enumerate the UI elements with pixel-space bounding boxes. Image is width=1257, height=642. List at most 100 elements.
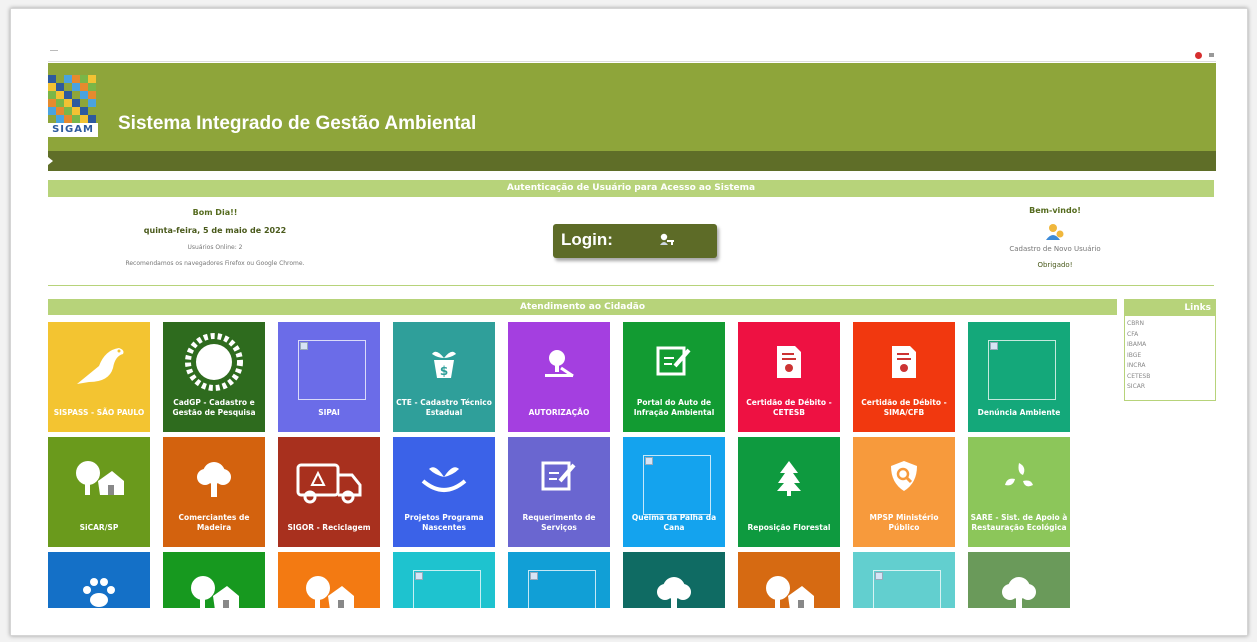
tree-cut-icon (541, 344, 577, 384)
link-ibge[interactable]: IBGE (1127, 351, 1213, 362)
broken-image-icon (413, 570, 481, 608)
tile-label: Queima da Palha da Cana (631, 513, 717, 532)
key-user-icon (660, 233, 674, 245)
logo-cell (64, 107, 72, 115)
browser-toolbar (48, 50, 1216, 62)
service-tile[interactable]: AUTORIZAÇÃO (508, 322, 610, 432)
sigam-logo[interactable]: SIGAM (48, 75, 98, 141)
service-tile[interactable] (968, 552, 1070, 608)
logo-cell (56, 115, 64, 123)
links-panel: Links CBRN CFA IBAMA IBGE INCRA CETESB S… (1124, 299, 1216, 401)
tile-label: SiCAR/SP (79, 523, 119, 532)
service-tile[interactable]: SISPASS - SÃO PAULO (48, 322, 150, 432)
service-tile[interactable]: Comerciantes de Madeira (163, 437, 265, 547)
logo-cell (48, 99, 56, 107)
service-tile[interactable] (738, 552, 840, 608)
money-plant-icon: $ (426, 344, 462, 384)
service-tile[interactable]: Projetos Programa Nascentes (393, 437, 495, 547)
register-link[interactable]: Cadastro de Novo Usuário (1000, 245, 1110, 253)
site-header: SIGAM Sistema Integrado de Gestão Ambien… (48, 63, 1216, 151)
paw-icon (79, 574, 119, 608)
toolbar-mark (50, 50, 58, 51)
record-icon[interactable] (1195, 52, 1202, 59)
broken-image-icon (298, 340, 366, 400)
logo-cell (88, 91, 96, 99)
service-tile[interactable]: Certidão de Débito - SIMA/CFB (853, 322, 955, 432)
auth-bar: Autenticação de Usuário para Acesso ao S… (48, 180, 1214, 197)
greeting-text: Bom Dia!! (192, 208, 238, 217)
logo-text: SIGAM (48, 123, 98, 137)
service-tile[interactable]: SiCAR/SP (48, 437, 150, 547)
service-tile[interactable]: Denúncia Ambiente (968, 322, 1070, 432)
tree-icon (998, 574, 1040, 608)
service-tile[interactable]: Certidão de Débito - CETESB (738, 322, 840, 432)
logo-cell (72, 91, 80, 99)
service-tile[interactable]: Queima da Palha da Cana (623, 437, 725, 547)
link-sicar[interactable]: SICAR (1127, 382, 1213, 393)
logo-cell (88, 75, 96, 83)
new-user-icon[interactable] (1044, 223, 1066, 241)
logo-cell (64, 75, 72, 83)
logo-cell (72, 107, 80, 115)
system-title: Sistema Integrado de Gestão Ambiental (118, 113, 477, 134)
service-tile[interactable]: $ CTE - Cadastro Técnico Estadual (393, 322, 495, 432)
service-tile[interactable]: SIGOR - Reciclagem (278, 437, 380, 547)
tile-label: SIGOR - Reciclagem (287, 523, 371, 532)
certificate-icon (889, 344, 919, 384)
logo-cell (56, 107, 64, 115)
logo-cell (64, 115, 72, 123)
login-label: Login: (561, 230, 613, 249)
menu-arrow-icon[interactable] (48, 157, 53, 165)
svg-text:$: $ (440, 364, 448, 378)
rural-house-icon (72, 459, 126, 503)
logo-mosaic (48, 75, 96, 123)
nav-bar (48, 151, 1216, 171)
tile-label: Certidão de Débito - SIMA/CFB (861, 398, 947, 417)
link-incra[interactable]: INCRA (1127, 361, 1213, 372)
logo-cell (80, 75, 88, 83)
service-tile[interactable] (278, 552, 380, 608)
service-tile[interactable] (163, 552, 265, 608)
logo-cell (56, 99, 64, 107)
service-tile[interactable]: Requerimento de Serviços (508, 437, 610, 547)
service-tile[interactable] (853, 552, 955, 608)
hands-sprout-icon (419, 459, 469, 501)
broken-image-icon (643, 455, 711, 515)
link-ibama[interactable]: IBAMA (1127, 340, 1213, 351)
tile-label: Comerciantes de Madeira (178, 513, 250, 532)
service-tile[interactable]: Portal do Auto de Infração Ambiental (623, 322, 725, 432)
service-tile[interactable] (48, 552, 150, 608)
logo-cell (48, 75, 56, 83)
bird-icon (69, 332, 129, 396)
logo-cell (48, 115, 56, 123)
browser-note: Recomendamos os navegadores Firefox ou G… (125, 260, 305, 267)
current-date: quinta-feira, 5 de maio de 2022 (143, 226, 287, 235)
service-tile[interactable]: CadGP - Cadastro e Gestão de Pesquisa (163, 322, 265, 432)
service-tile[interactable]: SIPAI (278, 322, 380, 432)
service-tile[interactable]: SARE - Sist. de Apoio à Restauração Ecol… (968, 437, 1070, 547)
logo-cell (48, 83, 56, 91)
logo-cell (72, 99, 80, 107)
welcome-panel: Bem-vindo! Cadastro de Novo Usuário Obri… (1000, 206, 1110, 269)
login-button[interactable]: Login: (553, 224, 717, 258)
tile-label: Reposição Florestal (747, 523, 831, 532)
logo-cell (80, 99, 88, 107)
tree-icon (193, 459, 235, 503)
logo-cell (72, 115, 80, 123)
link-cetesb[interactable]: CETESB (1127, 372, 1213, 383)
service-tile[interactable]: MPSP Ministério Público (853, 437, 955, 547)
menu-icon[interactable] (1209, 53, 1214, 57)
logo-cell (56, 83, 64, 91)
welcome-text: Bem-vindo! (1029, 206, 1081, 215)
service-tile[interactable] (393, 552, 495, 608)
service-tile[interactable] (508, 552, 610, 608)
service-tile[interactable] (623, 552, 725, 608)
shield-search-icon (889, 459, 919, 497)
citizen-bar: Atendimento ao Cidadão (48, 299, 1117, 315)
tile-label: Certidão de Débito - CETESB (746, 398, 832, 417)
link-cbrn[interactable]: CBRN (1127, 319, 1213, 330)
document-pen-icon (655, 344, 693, 382)
service-tile[interactable]: Reposição Florestal (738, 437, 840, 547)
link-cfa[interactable]: CFA (1127, 330, 1213, 341)
tile-label: MPSP Ministério Público (869, 513, 939, 532)
